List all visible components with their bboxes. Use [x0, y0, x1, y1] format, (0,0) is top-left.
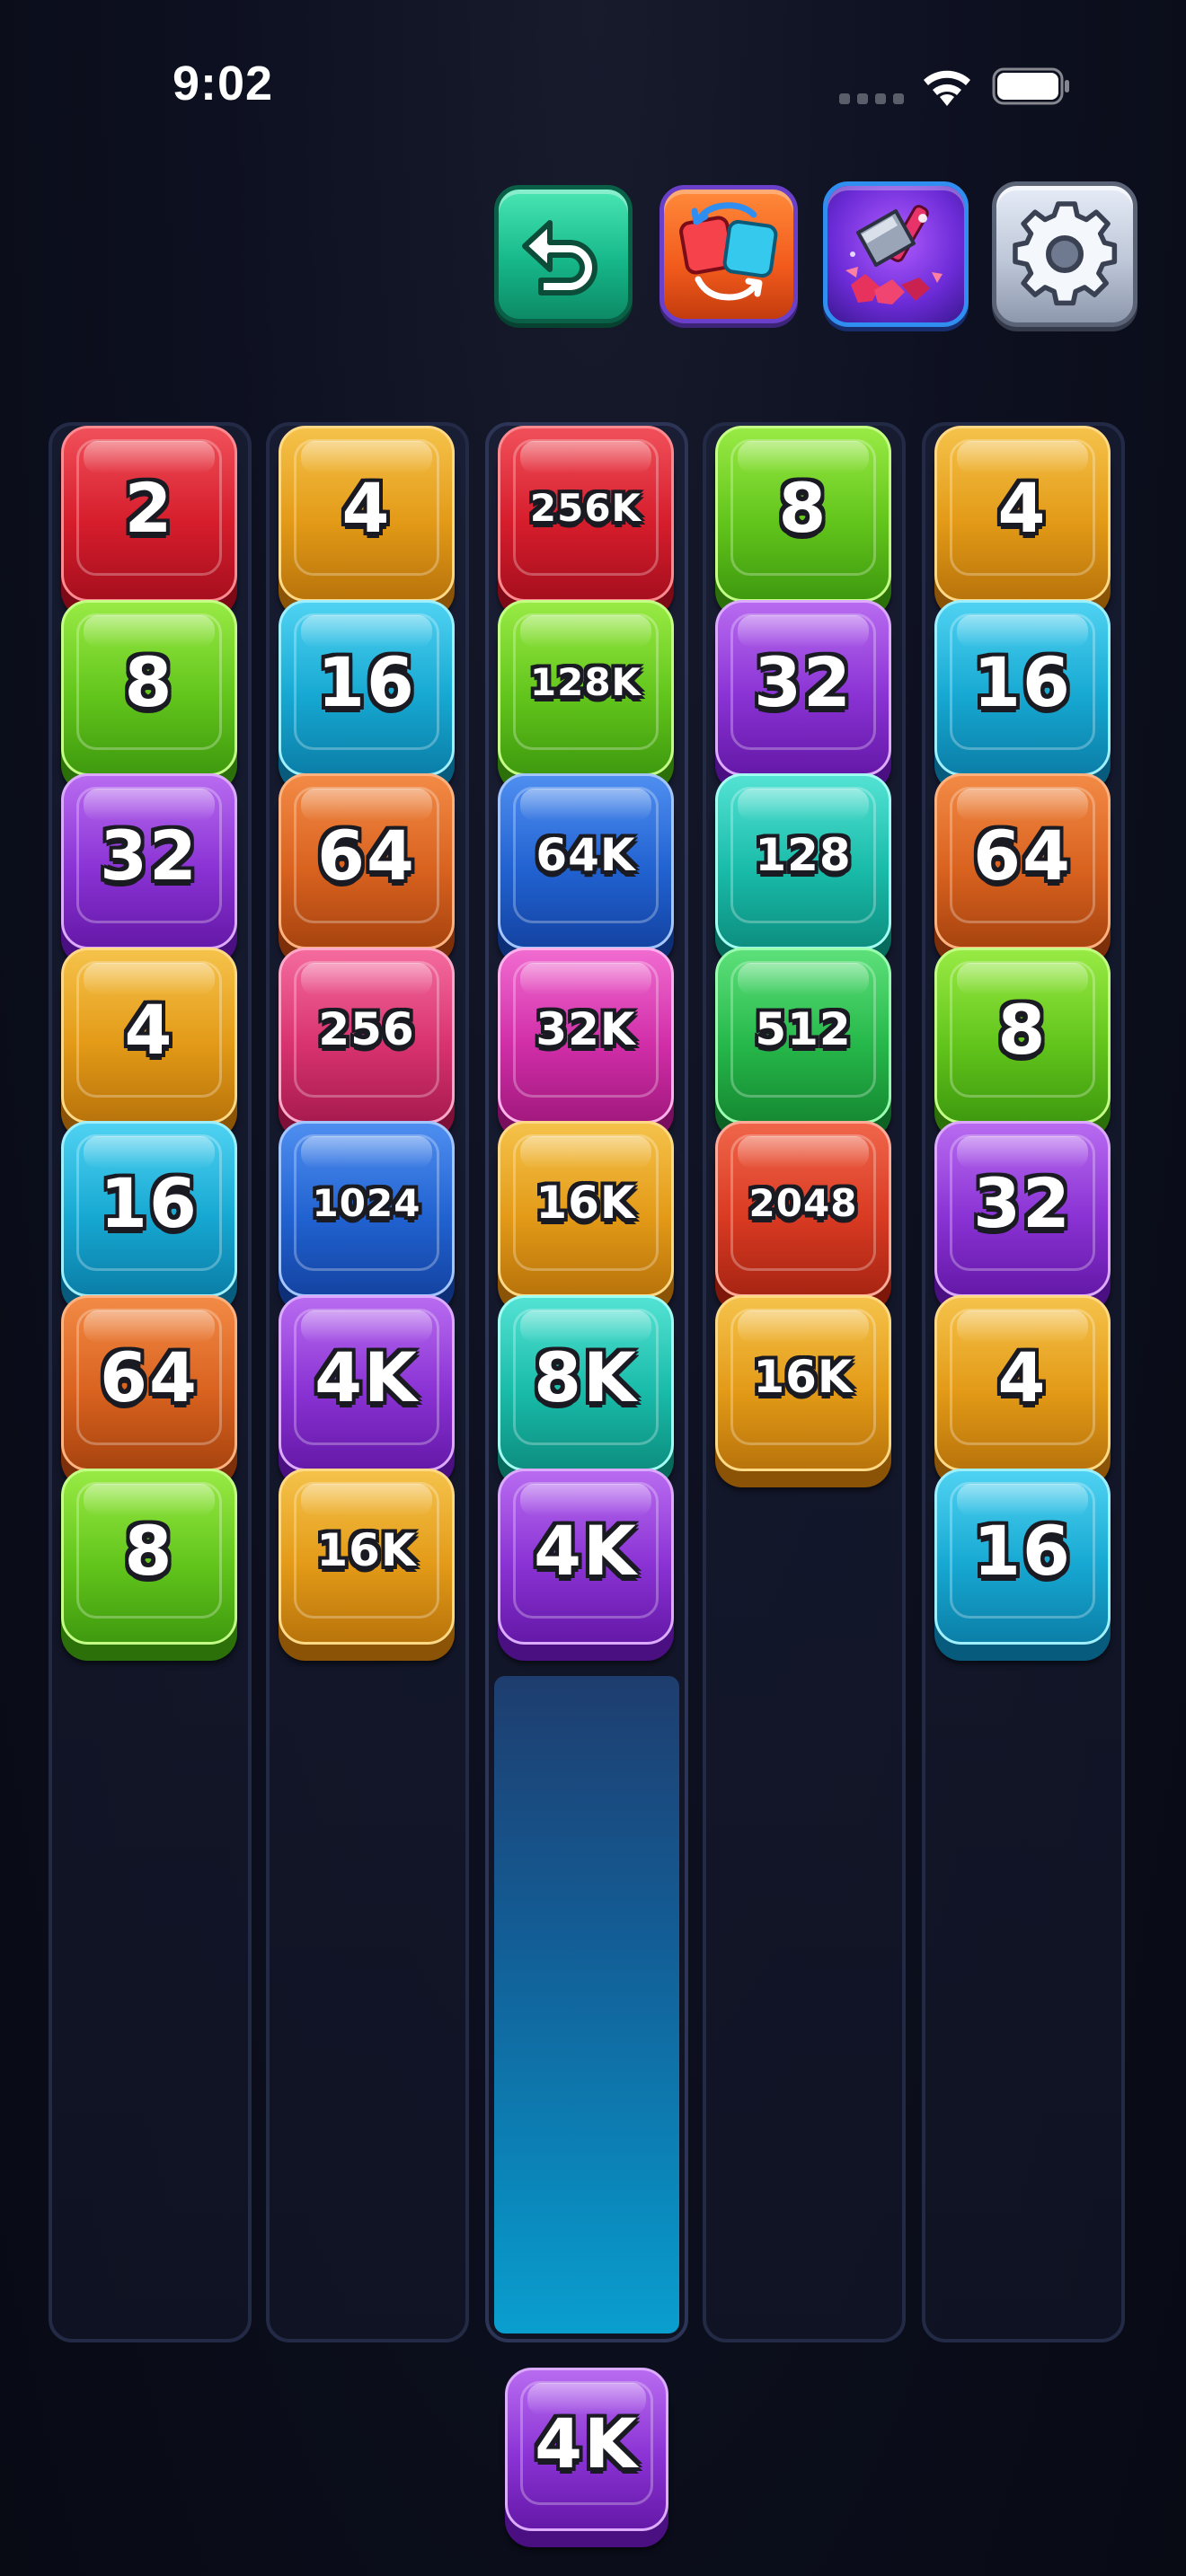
tile-value: 16K	[316, 1524, 417, 1576]
next-tile-label: 4K	[535, 2403, 639, 2483]
tile-value: 64	[100, 1337, 199, 1417]
column-drop-highlight	[494, 1676, 679, 2333]
tile-value: 4K	[534, 1510, 638, 1591]
tile-value: 8	[124, 1510, 174, 1591]
number-tile: 16	[934, 1469, 1111, 1645]
number-tile: 4K	[279, 1295, 455, 1471]
number-tile: 128	[715, 773, 891, 949]
tile-value: 128	[755, 829, 852, 881]
number-tile: 4K	[498, 1469, 674, 1645]
number-tile: 256	[279, 948, 455, 1124]
number-tile: 8	[61, 600, 237, 776]
battery-icon	[992, 67, 1069, 105]
number-tile: 16K	[715, 1295, 891, 1471]
undo-arrow-icon	[522, 220, 597, 296]
hammer-icon	[845, 205, 943, 304]
tile-value: 16	[973, 641, 1072, 722]
next-tile[interactable]: 4K	[505, 2368, 668, 2531]
number-tile: 16	[934, 600, 1111, 776]
number-tile: 64	[279, 773, 455, 949]
settings-button[interactable]	[992, 181, 1137, 327]
tile-value: 128K	[529, 659, 642, 704]
tile-value: 4	[124, 989, 174, 1070]
number-tile: 16K	[498, 1121, 674, 1297]
number-tile: 4	[61, 948, 237, 1124]
tile-value: 16	[100, 1162, 199, 1243]
tile-value: 32	[754, 641, 853, 722]
tile-value: 32	[100, 815, 199, 895]
tile-value: 2	[124, 467, 174, 548]
tile-value: 32	[973, 1162, 1072, 1243]
number-tile: 128K	[498, 600, 674, 776]
number-tile: 16	[279, 600, 455, 776]
tile-value: 16	[973, 1510, 1072, 1591]
tile-value: 64	[973, 815, 1072, 895]
tile-value: 16K	[535, 1177, 636, 1229]
number-tile: 32K	[498, 948, 674, 1124]
number-tile: 8	[934, 948, 1111, 1124]
swap-button[interactable]	[659, 185, 798, 323]
tile-value: 16	[317, 641, 416, 722]
number-tile: 2	[61, 426, 237, 602]
tile-value: 8K	[534, 1337, 638, 1417]
number-tile: 16	[61, 1121, 237, 1297]
tile-value: 256K	[529, 485, 642, 530]
gear-icon	[1013, 201, 1118, 306]
tile-value: 4	[341, 467, 392, 548]
number-tile: 32	[61, 773, 237, 949]
number-tile: 8K	[498, 1295, 674, 1471]
number-tile: 16K	[279, 1469, 455, 1645]
undo-button[interactable]	[494, 185, 633, 323]
tile-value: 2048	[748, 1180, 858, 1225]
number-tile: 8	[61, 1469, 237, 1645]
tile-value: 64K	[535, 829, 636, 881]
swap-tiles-icon	[679, 202, 778, 301]
number-tile: 1024	[279, 1121, 455, 1297]
number-tile: 32	[934, 1121, 1111, 1297]
number-tile: 4	[934, 1295, 1111, 1471]
tile-value: 4	[997, 1337, 1048, 1417]
tile-value: 4	[997, 467, 1048, 548]
tile-value: 1024	[312, 1180, 421, 1225]
tile-value: 64	[317, 815, 416, 895]
number-tile: 2048	[715, 1121, 891, 1297]
status-time: 9:02	[173, 57, 274, 110]
number-tile: 4	[279, 426, 455, 602]
tile-value: 16K	[753, 1351, 854, 1403]
tile-value: 8	[997, 989, 1048, 1070]
hammer-button[interactable]	[823, 181, 969, 327]
number-tile: 64	[61, 1295, 237, 1471]
number-tile: 32	[715, 600, 891, 776]
tile-value: 32K	[535, 1003, 636, 1055]
tile-value: 8	[778, 467, 828, 548]
number-tile: 8	[715, 426, 891, 602]
number-tile: 4	[934, 426, 1111, 602]
tile-value: 512	[755, 1003, 852, 1055]
tile-value: 256	[318, 1003, 415, 1055]
tile-value: 4K	[314, 1337, 419, 1417]
number-tile: 64K	[498, 773, 674, 949]
number-tile: 512	[715, 948, 891, 1124]
wifi-icon	[924, 70, 970, 106]
number-tile: 256K	[498, 426, 674, 602]
tile-value: 8	[124, 641, 174, 722]
cellular-signal-icon	[839, 93, 904, 104]
number-tile: 64	[934, 773, 1111, 949]
